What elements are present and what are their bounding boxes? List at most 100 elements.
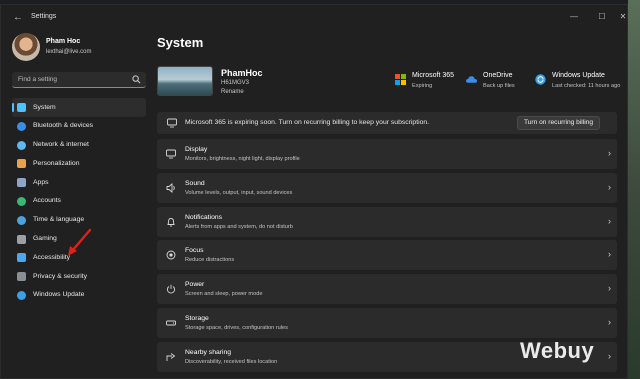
chevron-right-icon: › [608,249,611,260]
settings-card-notifications[interactable]: Notifications Alerts from apps and system… [157,206,617,237]
sidebar-item-network-internet[interactable]: Network & internet [12,136,146,155]
sidebar-item-label: Accessibility [33,253,71,261]
wifi-icon [17,140,26,150]
chevron-right-icon: › [608,316,611,327]
gamepad-icon [17,234,26,244]
sidebar-item-bluetooth-devices[interactable]: Bluetooth & devices [12,117,146,136]
chevron-right-icon: › [608,148,611,158]
quick-info-title: Microsoft 365 [412,72,455,79]
update-icon [535,74,546,85]
subscription-banner: Microsoft 365 is expiring soon. Turn on … [157,112,617,134]
quick-info-subtitle: Last checked: 11 hours ago [552,83,621,89]
card-subtitle: Volume levels, output, input, sound devi… [185,189,293,196]
microsoft-logo-icon [395,74,406,85]
search-icon [132,75,141,84]
sidebar-item-label: Privacy & security [33,272,88,280]
device-name: PhamHoc [221,68,263,78]
card-subtitle: Screen and sleep, power mode [185,291,263,298]
sidebar-item-label: Network & internet [33,141,89,149]
profile-name: Pham Hoc [46,38,81,45]
cloud-icon [466,76,477,83]
quick-info-title: OneDrive [483,72,513,79]
sidebar-item-label: Gaming [33,235,57,243]
card-subtitle: Storage space, drives, configuration rul… [185,324,288,331]
quick-info-subtitle: Back up files [483,83,515,89]
chevron-right-icon: › [608,350,611,361]
sidebar-item-label: Time & language [33,216,85,224]
sidebar-item-privacy-security[interactable]: Privacy & security [12,267,146,286]
card-subtitle: Discoverability, received files location [185,358,278,365]
focus-icon [166,250,176,260]
storage-icon [166,320,176,326]
sidebar-item-system[interactable]: System [12,98,146,117]
chevron-right-icon: › [608,181,611,192]
apps-icon [17,178,26,188]
settings-card-display[interactable]: Display Monitors, brightness, night light… [157,139,617,169]
display-icon [166,149,176,159]
speaker-icon [166,182,175,193]
card-title: Storage [185,314,209,322]
settings-card-focus[interactable]: Focus Reduce distractions › [157,240,617,271]
card-title: Notifications [185,213,223,221]
card-title: Power [185,281,205,289]
monitor-icon [17,103,26,112]
bell-icon [167,217,175,227]
recurring-billing-button[interactable]: Turn on recurring billing [516,116,600,130]
card-subtitle: Reduce distractions [185,257,235,264]
back-arrow-icon[interactable]: ← [11,12,25,24]
device-summary: PhamHoc H61MGV3 Rename Microsoft 365 Exp… [157,66,621,100]
card-title: Display [185,146,208,153]
maximize-button[interactable]: ☐ [591,10,613,24]
sidebar-nav: System Bluetooth & devices Network & inter… [12,98,146,305]
sidebar-item-label: Personalization [33,159,80,167]
minimize-button[interactable]: — [563,10,585,24]
sidebar-item-accounts[interactable]: Accounts [12,192,146,211]
profile-email: lexthai@live.com [46,49,92,55]
quick-info-title: Windows Update [552,72,605,79]
globe-icon [17,215,26,225]
power-icon [166,284,176,294]
chevron-right-icon: › [608,215,611,226]
watermark-logo: Webuy [520,338,595,363]
chevron-right-icon: › [608,283,611,294]
card-title: Nearby sharing [185,348,232,356]
search-input[interactable]: Find a setting [12,72,146,88]
sidebar-item-personalization[interactable]: Personalization [12,154,146,173]
card-subtitle: Alerts from apps and system, do not dist… [185,223,293,230]
banner-message: Microsoft 365 is expiring soon. Turn on … [185,119,430,126]
rename-link[interactable]: Rename [221,89,244,95]
update-icon [17,290,26,300]
shield-icon [17,272,26,282]
sidebar-item-label: Bluetooth & devices [33,122,94,130]
search-placeholder: Find a setting [18,76,58,83]
desktop-background [628,0,640,379]
settings-card-storage[interactable]: Storage Storage space, drives, configurat… [157,307,617,338]
settings-card-power[interactable]: Power Screen and sleep, power mode › [157,274,617,305]
sidebar-item-label: System [33,103,56,111]
card-title: Focus [185,247,204,255]
card-subtitle: Monitors, brightness, night light, displ… [185,156,300,162]
sidebar-item-label: Apps [33,178,49,186]
person-icon [17,196,26,206]
device-model: H61MGV3 [221,80,250,86]
title-bar: ← Settings — ☐ ✕ [1,5,627,31]
avatar[interactable] [12,33,40,61]
window-title: Settings [31,13,57,20]
monitor-icon [167,118,177,128]
page-title: System [157,35,204,50]
sidebar-item-windows-update[interactable]: Windows Update [12,286,146,305]
close-button[interactable]: ✕ [617,10,629,24]
quick-info-subtitle: Expiring [412,83,433,89]
annotation-arrow-icon [68,228,92,256]
accessibility-icon [17,253,26,263]
share-icon [166,352,176,361]
bluetooth-icon [17,121,26,131]
settings-card-sound[interactable]: Sound Volume levels, output, input, sound… [157,172,617,203]
desktop-thumbnail [157,66,213,96]
profile-card[interactable]: Pham Hoc lexthai@live.com [12,33,152,63]
sidebar-item-label: Accounts [33,197,61,205]
card-title: Sound [185,179,205,187]
brush-icon [17,159,26,169]
sidebar-item-apps[interactable]: Apps [12,173,146,192]
sidebar-item-label: Windows Update [33,291,85,299]
